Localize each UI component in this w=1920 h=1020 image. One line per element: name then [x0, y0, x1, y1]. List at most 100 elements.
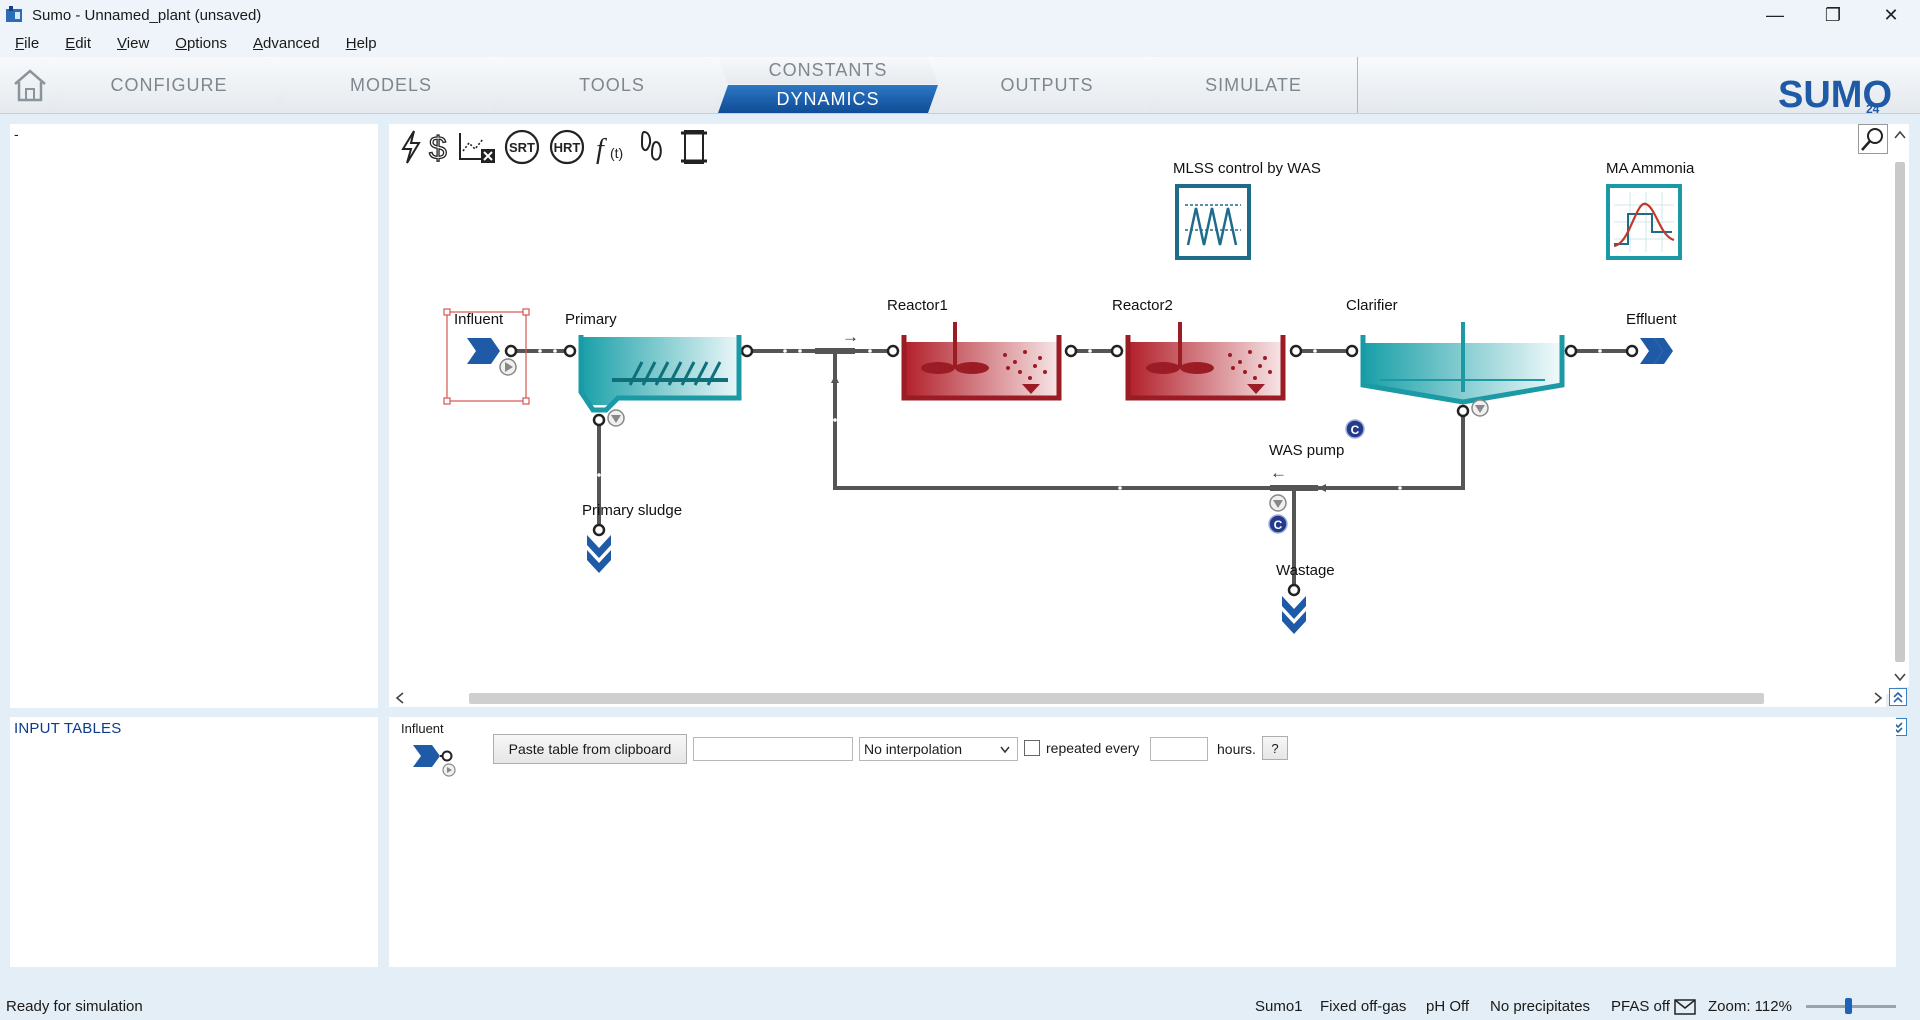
mail-icon[interactable] [1674, 999, 1696, 1015]
label-ma-ammonia: MA Ammonia [1606, 160, 1695, 177]
horizontal-scroll-thumb[interactable] [469, 693, 1764, 704]
canvas-vertical-scrollbar[interactable] [1891, 124, 1909, 687]
search-button[interactable] [1858, 124, 1888, 154]
tab-outputs[interactable]: OUTPUTS [934, 57, 1160, 113]
tab-home[interactable] [2, 57, 58, 113]
status-bar: Ready for simulation Sumo1 Fixed off-gas… [0, 993, 1920, 1020]
zoom-slider-thumb[interactable] [1845, 998, 1852, 1014]
window-title: Sumo - Unnamed_plant (unsaved) [32, 6, 262, 24]
label-influent: Influent [454, 311, 504, 328]
app-icon [6, 6, 22, 22]
status-model[interactable]: Sumo1 [1255, 998, 1303, 1015]
home-icon [11, 66, 49, 104]
repeat-label: repeated every [1046, 740, 1140, 756]
srt-icon[interactable]: SRT [503, 128, 541, 166]
hrt-label: HRT [554, 140, 581, 155]
scroll-icon[interactable] [678, 128, 710, 166]
tab-simulate[interactable]: SIMULATE [1150, 57, 1358, 113]
was-direction-arrow: ← [1270, 463, 1287, 482]
double-chevron-up-icon [1893, 691, 1903, 703]
table-name-field[interactable] [693, 737, 853, 761]
input-tables-panel [10, 717, 378, 967]
function-icon[interactable]: f (t) [594, 128, 632, 166]
menu-file[interactable]: File [0, 35, 50, 52]
tab-dynamics[interactable]: DYNAMICS [718, 85, 938, 113]
menu-bar: File Edit View Options Advanced Help [0, 30, 1920, 57]
menu-view[interactable]: View [102, 35, 160, 52]
menu-edit[interactable]: Edit [50, 35, 102, 52]
function-sub-label: (t) [610, 145, 623, 161]
tab-models[interactable]: MODELS [278, 57, 504, 113]
effluent-icon[interactable] [1640, 338, 1673, 364]
close-button[interactable]: ✕ [1862, 0, 1920, 30]
label-wastage: Wastage [1276, 562, 1335, 579]
menu-help[interactable]: Help [331, 35, 388, 52]
repeat-checkbox[interactable] [1024, 740, 1040, 756]
chevron-down-icon [1000, 746, 1010, 754]
status-message: Ready for simulation [6, 998, 143, 1015]
label-mlss-control: MLSS control by WAS [1173, 160, 1321, 177]
secondary-clarifier-icon[interactable] [1360, 322, 1565, 417]
canvas-horizontal-scrollbar[interactable] [389, 689, 1886, 707]
influent-icon-small [413, 745, 456, 777]
footprint-icon[interactable] [638, 128, 668, 166]
sumo-logo: SUMO 24 [1778, 74, 1892, 113]
input-tables-title: INPUT TABLES [14, 720, 122, 737]
restore-button[interactable]: ❐ [1804, 0, 1862, 30]
help-button[interactable]: ? [1262, 736, 1288, 760]
primary-clarifier-icon[interactable] [578, 335, 742, 427]
tab-constants[interactable]: CONSTANTS [718, 57, 938, 84]
status-zoom: Zoom: 112% [1708, 998, 1792, 1015]
svg-text:$: $ [429, 130, 447, 165]
label-effluent: Effluent [1626, 311, 1677, 328]
status-pfas[interactable]: PFAS off [1611, 998, 1670, 1015]
element-list-placeholder: - [14, 126, 19, 142]
mlss-control-icon[interactable] [1175, 184, 1251, 260]
status-precipitates[interactable]: No precipitates [1490, 998, 1590, 1015]
chart-clear-icon[interactable] [457, 128, 497, 166]
label-reactor2: Reactor2 [1112, 297, 1173, 314]
repeat-hours-field[interactable] [1150, 737, 1208, 761]
interpolation-value: No interpolation [864, 741, 963, 757]
plant-canvas[interactable]: → ← C C $ SRT HRT f (t) Influent Primary… [389, 124, 1896, 694]
scroll-right-icon[interactable] [1871, 689, 1885, 707]
minimize-button[interactable]: — [1746, 0, 1804, 30]
paste-table-button[interactable]: Paste table from clipboard [493, 734, 687, 764]
hours-label: hours. [1217, 741, 1256, 757]
label-was-pump: WAS pump [1269, 442, 1345, 459]
status-ph[interactable]: pH Off [1426, 998, 1469, 1015]
primary-sludge-icon[interactable] [587, 535, 611, 573]
interpolation-select[interactable]: No interpolation [859, 737, 1018, 761]
input-element-label: Influent [401, 721, 444, 736]
was-pump-icon[interactable] [1269, 494, 1287, 512]
function-label: f [596, 134, 607, 165]
ma-ammonia-icon[interactable] [1606, 184, 1682, 260]
tab-constants-dynamics: CONSTANTS DYNAMICS [718, 57, 938, 113]
menu-options[interactable]: Options [160, 35, 238, 52]
tab-configure[interactable]: CONFIGURE [56, 57, 282, 113]
label-clarifier: Clarifier [1346, 297, 1398, 314]
brand-version: 24 [1866, 102, 1880, 113]
controller-badge-clarifier[interactable]: C [1345, 419, 1365, 439]
label-primary-sludge: Primary sludge [582, 502, 683, 519]
label-reactor1: Reactor1 [887, 297, 948, 314]
lightning-icon[interactable] [399, 128, 423, 166]
status-offgas[interactable]: Fixed off-gas [1320, 998, 1406, 1015]
scroll-down-icon[interactable] [1891, 670, 1909, 684]
element-list-panel [10, 124, 378, 708]
wastage-icon[interactable] [1282, 596, 1306, 634]
srt-label: SRT [509, 140, 535, 155]
scroll-left-icon[interactable] [393, 689, 407, 707]
tab-tools[interactable]: TOOLS [500, 57, 724, 113]
scroll-up-icon[interactable] [1891, 128, 1909, 142]
reactor2-icon[interactable] [1125, 322, 1286, 401]
expand-panel-button[interactable] [1889, 688, 1907, 706]
dollar-icon[interactable]: $ [427, 128, 453, 166]
reactor1-icon[interactable] [901, 322, 1062, 401]
hrt-icon[interactable]: HRT [548, 128, 586, 166]
controller-badge-was[interactable]: C [1268, 514, 1288, 534]
title-bar: Sumo - Unnamed_plant (unsaved) — ❐ ✕ [0, 0, 1920, 30]
search-icon [1861, 128, 1883, 151]
menu-advanced[interactable]: Advanced [238, 35, 331, 52]
vertical-scroll-thumb[interactable] [1895, 162, 1905, 662]
